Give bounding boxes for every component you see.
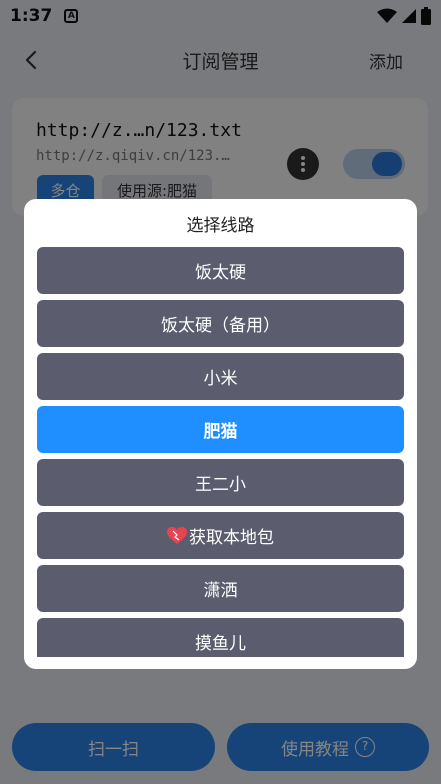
route-item[interactable]: 王二小 [37,459,404,506]
heart-icon [167,526,187,544]
route-label: 小米 [203,369,238,389]
route-label: 王二小 [195,475,246,495]
route-item[interactable]: 获取本地包 [37,512,404,559]
route-item[interactable]: 饭太硬 [37,247,404,294]
route-item-selected[interactable]: 肥猫 [37,406,404,453]
route-item[interactable]: 潇洒 [37,565,404,612]
route-dialog: 选择线路 饭太硬 饭太硬（备用） 小米 肥猫 王二小 获取本地包 潇洒 摸鱼儿 [24,199,417,669]
route-label: 饭太硬 [195,263,246,283]
route-label: 潇洒 [203,581,238,601]
dialog-title: 选择线路 [186,215,255,236]
route-label: 摸鱼儿 [195,634,246,654]
route-item[interactable]: 饭太硬（备用） [37,300,404,347]
route-list[interactable]: 饭太硬 饭太硬（备用） 小米 肥猫 王二小 获取本地包 潇洒 摸鱼儿 [37,247,404,657]
route-item[interactable]: 小米 [37,353,404,400]
route-item[interactable]: 摸鱼儿 [37,618,404,657]
route-label: 肥猫 [203,422,238,442]
route-label: 获取本地包 [189,528,274,548]
route-label: 饭太硬（备用） [161,316,280,336]
